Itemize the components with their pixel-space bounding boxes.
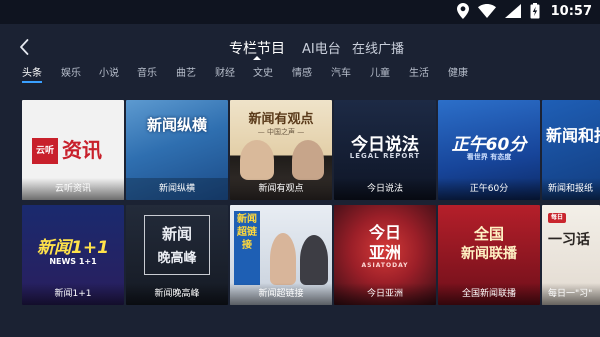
wifi-icon — [477, 4, 496, 18]
category-label: 生活 — [409, 68, 429, 79]
cover-text: LEGAL REPORT — [349, 152, 421, 160]
cover-text: 晚高峰 — [157, 251, 197, 266]
category-health[interactable]: 健康 — [448, 64, 468, 79]
cover-text: 亚洲 — [368, 243, 401, 262]
category-auto[interactable]: 汽车 — [331, 64, 351, 79]
tab-online-broadcast[interactable]: 在线广播 — [352, 38, 404, 57]
cover-text: 新闻有观点 — [248, 112, 314, 127]
category-kids[interactable]: 儿童 — [370, 64, 390, 79]
category-music[interactable]: 音乐 — [137, 64, 157, 79]
cover-text: NEWS 1+1 — [49, 257, 97, 266]
category-label: 情感 — [292, 68, 312, 79]
program-title: 今日亚洲 — [334, 283, 436, 305]
program-title: 全国新闻联播 — [438, 283, 540, 305]
tab-label: 在线广播 — [352, 42, 405, 57]
cover-text: 新闻纵横 — [146, 116, 207, 134]
program-title: 新闻1+1 — [22, 283, 124, 305]
main-tab-bar: 专栏节目 AI电台 在线广播 — [0, 38, 600, 62]
host-photo — [292, 140, 324, 180]
category-opera[interactable]: 曲艺 — [176, 64, 196, 79]
cover-text: — 中国之声 — — [257, 128, 305, 136]
program-title: 新闻和报纸 — [542, 178, 600, 200]
location-icon — [456, 3, 469, 19]
program-card[interactable]: 今日说法 LEGAL REPORT 今日说法 — [334, 100, 436, 200]
program-title: 新闻超链接 — [230, 283, 332, 305]
cover-text: 新闻和报纸 — [546, 126, 600, 145]
category-history[interactable]: 文史 — [253, 64, 273, 79]
category-life[interactable]: 生活 — [409, 64, 429, 79]
program-title: 新闻晚高峰 — [126, 283, 228, 305]
category-label: 音乐 — [137, 68, 157, 79]
program-card[interactable]: 每日 一习话 每日一"习" — [542, 205, 600, 305]
cover-text: 看世界 有态度 — [466, 153, 512, 161]
category-entertainment[interactable]: 娱乐 — [61, 64, 81, 79]
category-label: 财经 — [215, 68, 235, 79]
category-label: 小说 — [99, 68, 119, 79]
category-headlines[interactable]: 头条 — [22, 64, 42, 83]
host-photo — [300, 235, 328, 285]
cover-text: 资讯 — [62, 138, 102, 162]
cover-text: 云听 — [35, 146, 54, 156]
cover-text: 新闻 — [161, 225, 192, 243]
clock: 10:57 — [550, 3, 592, 19]
tab-label: AI电台 — [302, 42, 341, 57]
cover-text: 新闻1+1 — [37, 238, 109, 258]
program-card[interactable]: 正午60分 看世界 有态度 正午60分 — [438, 100, 540, 200]
program-title: 今日说法 — [334, 178, 436, 200]
category-label: 汽车 — [331, 68, 351, 79]
cover-text: ASIATODAY — [361, 262, 409, 269]
program-card[interactable]: 云听 资讯 云听资讯 — [22, 100, 124, 200]
tab-columns[interactable]: 专栏节目 — [229, 38, 285, 60]
status-bar: 10:57 — [0, 0, 600, 24]
tab-ai-radio[interactable]: AI电台 — [302, 38, 341, 57]
cover-text: 新闻超链接 — [237, 214, 257, 251]
active-tab-indicator — [253, 56, 261, 60]
category-emotion[interactable]: 情感 — [292, 64, 312, 79]
category-label: 娱乐 — [61, 68, 81, 79]
program-card[interactable]: 新闻1+1 NEWS 1+1 新闻1+1 — [22, 205, 124, 305]
program-grid: 云听 资讯 云听资讯 新闻纵横 新闻纵横 新闻有观点 — 中国之声 — 新闻有观… — [22, 100, 600, 310]
program-card[interactable]: 新闻有观点 — 中国之声 — 新闻有观点 — [230, 100, 332, 200]
host-photo — [270, 233, 296, 285]
program-title: 云听资讯 — [22, 178, 124, 200]
program-card[interactable]: 新闻和报纸 新闻和报纸 — [542, 100, 600, 200]
category-finance[interactable]: 财经 — [215, 64, 235, 79]
program-card[interactable]: 今日 亚洲 ASIATODAY 今日亚洲 — [334, 205, 436, 305]
battery-icon — [530, 3, 540, 19]
category-label: 头条 — [22, 68, 42, 79]
program-card[interactable]: 新闻纵横 新闻纵横 — [126, 100, 228, 200]
category-label: 健康 — [448, 68, 468, 79]
cover-text: 新闻联播 — [461, 246, 517, 262]
cover-text: 全国 — [473, 225, 504, 243]
cover-text: 一习话 — [548, 232, 590, 248]
cover-text: 每日 — [550, 214, 563, 221]
category-underline — [22, 81, 42, 83]
program-title: 新闻有观点 — [230, 178, 332, 200]
category-bar: 头条 娱乐 小说 音乐 曲艺 财经 文史 情感 汽车 儿童 生活 健康 — [0, 64, 600, 86]
category-novels[interactable]: 小说 — [99, 64, 119, 79]
program-title: 正午60分 — [438, 178, 540, 200]
tab-label: 专栏节目 — [229, 41, 285, 57]
category-label: 曲艺 — [176, 68, 196, 79]
program-card[interactable]: 新闻 晚高峰 新闻晚高峰 — [126, 205, 228, 305]
program-title: 新闻纵横 — [126, 178, 228, 200]
signal-icon — [504, 4, 521, 18]
category-label: 文史 — [253, 68, 273, 79]
program-title: 每日一"习" — [542, 283, 600, 305]
program-card[interactable]: 新闻超链接 新闻超链接 — [230, 205, 332, 305]
program-card[interactable]: 全国 新闻联播 全国新闻联播 — [438, 205, 540, 305]
category-label: 儿童 — [370, 68, 390, 79]
host-photo — [240, 140, 274, 180]
